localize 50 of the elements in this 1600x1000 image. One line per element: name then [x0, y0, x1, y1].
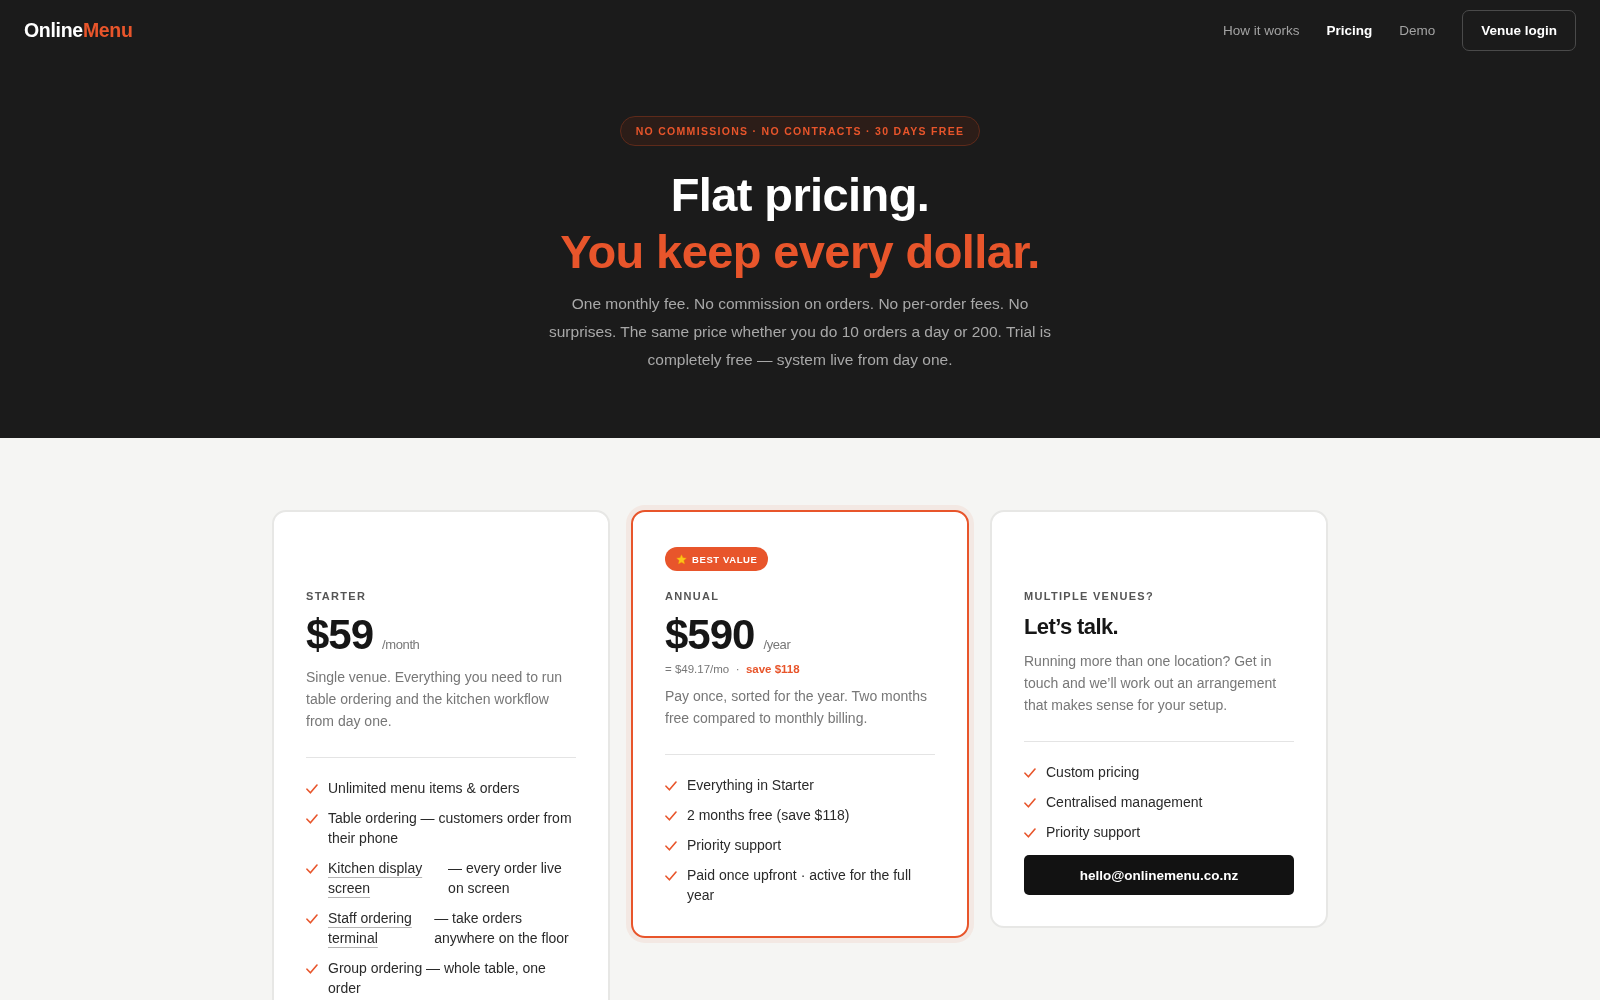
logo-wordmark[interactable]: OnlineMenu	[24, 18, 133, 42]
badge-label: BEST VALUE	[692, 553, 758, 565]
feature-text: Priority support	[1046, 823, 1141, 842]
feature-text: Centralised management	[1046, 793, 1203, 812]
plan-label: ANNUAL	[665, 589, 721, 603]
check-icon	[665, 871, 677, 881]
feature-text: Paid once upfront · active for the full year	[687, 866, 913, 905]
nav-link[interactable]: How it works	[1222, 22, 1300, 38]
feature-text: Group ordering — whole table, one order	[328, 959, 547, 998]
feature-link[interactable]: Staff ordering terminal	[328, 908, 415, 948]
check-icon	[665, 781, 677, 791]
price-amount: $59	[306, 612, 374, 658]
feature-text: — take orders anywhere on the floor	[434, 909, 570, 948]
check-icon	[306, 784, 318, 794]
check-icon	[665, 811, 677, 821]
feature-text: Table ordering — customers order from their phone	[328, 809, 573, 848]
check-icon	[306, 814, 318, 824]
check-icon	[1024, 828, 1036, 838]
plan-heading: Let’s talk.	[1024, 613, 1120, 641]
feature-text: Priority support	[687, 836, 782, 855]
check-icon	[665, 841, 677, 851]
hero-subtitle: One monthly fee. No commission on orders. No per-order fees. No surprises. The same price whether you do 10 orders a day or 200. Trial is completely free — system live from day one.	[548, 294, 1052, 370]
plan-description: Pay once, sorted for the year. Two months free compared to monthly billing.	[665, 687, 928, 728]
check-icon	[1024, 768, 1036, 778]
hero-title-accent: You keep every dollar.	[560, 224, 1040, 280]
price-amount: $590	[665, 612, 755, 658]
feature-text: Unlimited menu items & orders	[328, 779, 520, 798]
check-icon	[306, 864, 318, 874]
nav-link[interactable]: Pricing	[1326, 22, 1373, 38]
plan-label: MULTIPLE VENUES?	[1024, 589, 1155, 603]
plan-label: STARTER	[306, 589, 368, 603]
hero-badge: NO COMMISSIONS · NO CONTRACTS · 30 DAYS FREE	[619, 116, 981, 146]
feature-text: 2 months free (save $118)	[687, 806, 850, 825]
feature-text: Everything in Starter	[687, 776, 814, 795]
star-icon	[676, 553, 687, 565]
nav-link[interactable]: Demo	[1399, 22, 1436, 38]
check-icon	[306, 964, 318, 974]
price-period: /year	[763, 637, 791, 652]
plan-description: Running more than one location? Get in touch and we’ll work out an arrangement that makes sense for your setup.	[1024, 652, 1278, 715]
hero-title: Flat pricing.	[670, 167, 930, 223]
check-icon	[1024, 798, 1036, 808]
feature-text: Custom pricing	[1046, 763, 1140, 782]
plan-description: Single venue. Everything you need to run table ordering and the kitchen workflow from day one.	[306, 668, 564, 731]
feature-text: — every order live on screen	[448, 859, 563, 898]
login-button[interactable]: Venue login	[1462, 9, 1576, 51]
price-note: = $49.17/mo · save $118	[665, 662, 801, 677]
feature-link[interactable]: Kitchen display screen	[328, 858, 429, 898]
email-button[interactable]: hello@onlinemenu.co.nz	[1024, 855, 1294, 895]
check-icon	[306, 914, 318, 924]
price-period: /month	[382, 637, 420, 652]
